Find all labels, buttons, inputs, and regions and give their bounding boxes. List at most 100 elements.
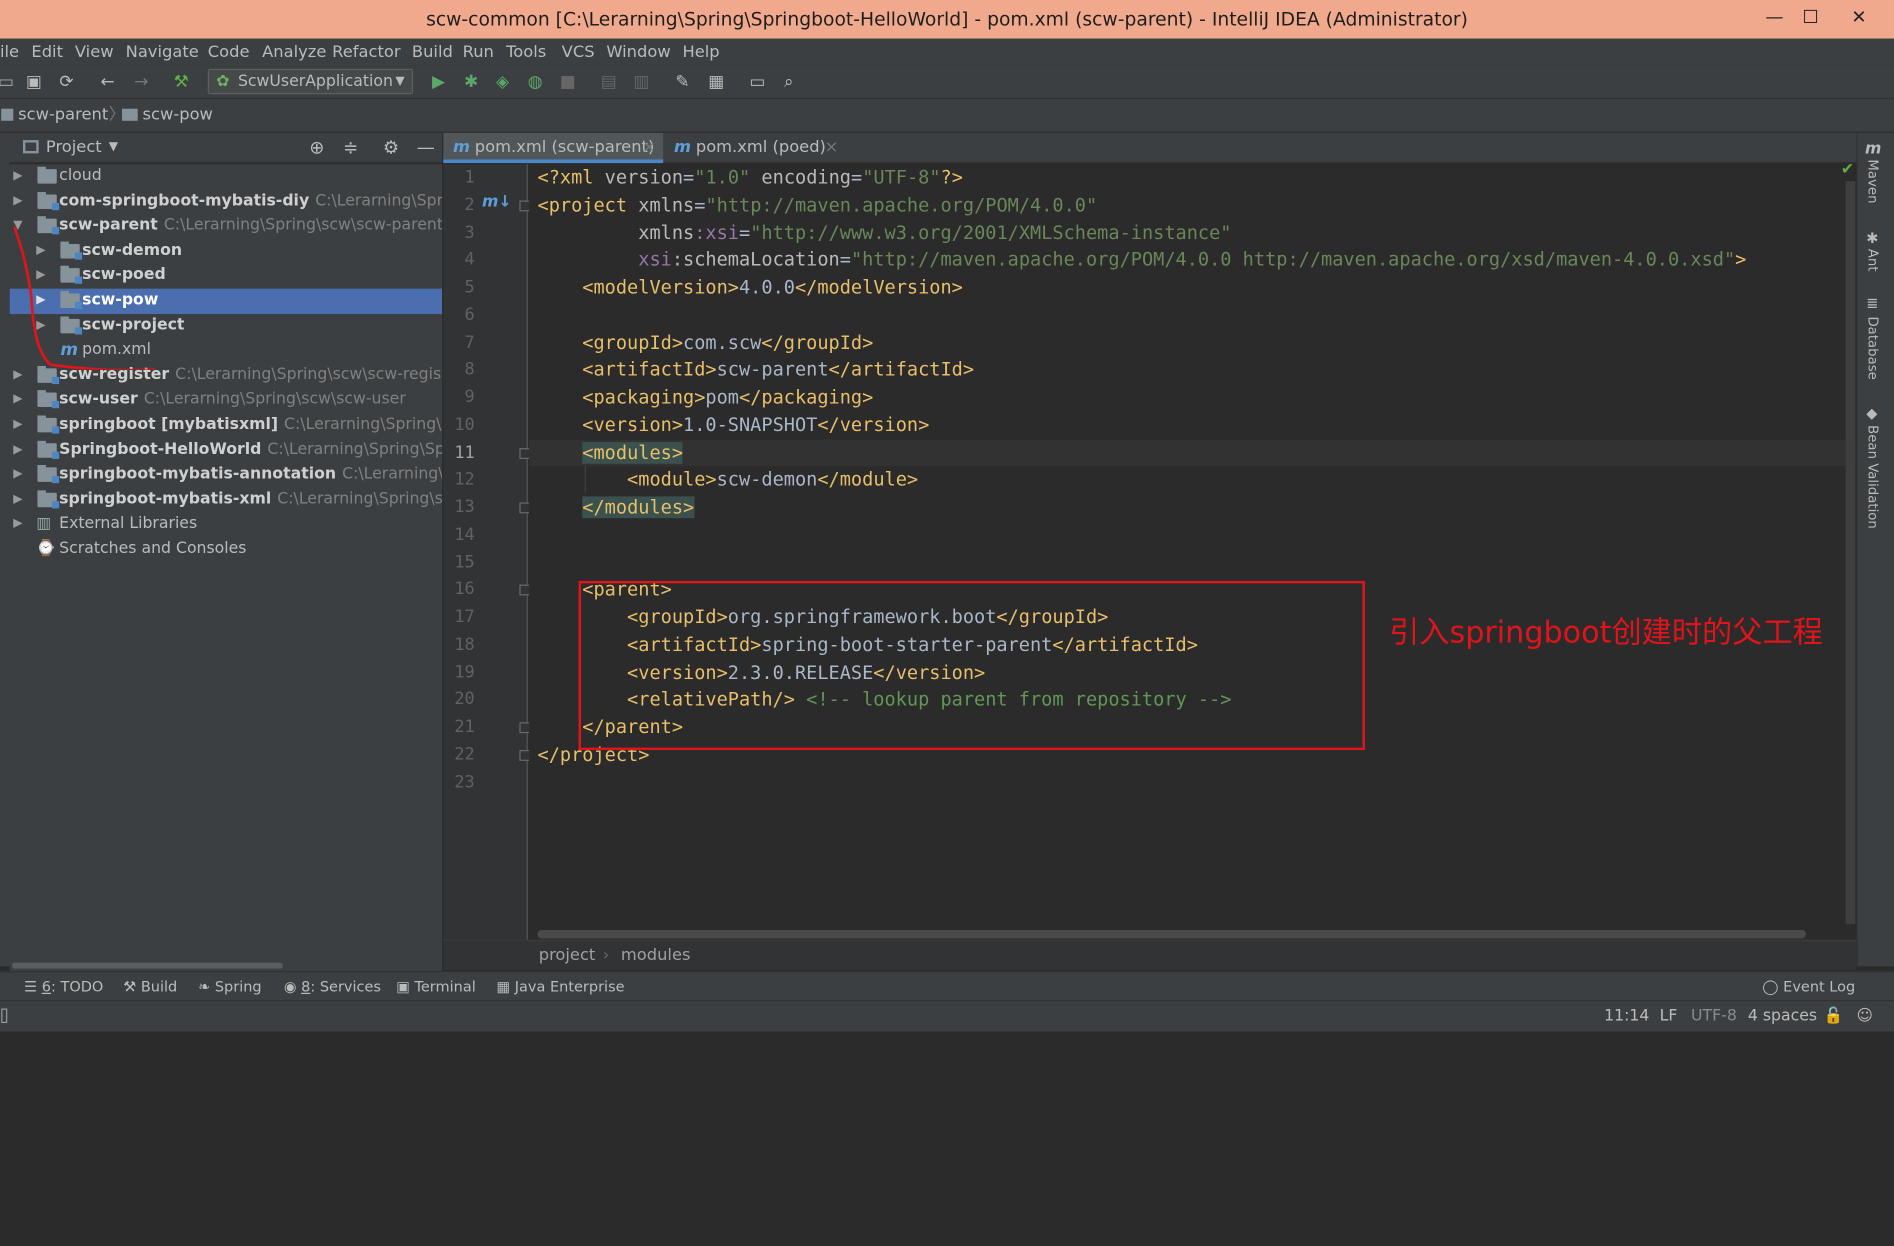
tab-pom-scw-parent[interactable]: m pom.xml (scw-parent) × — [443, 132, 664, 164]
tree-item-scratches[interactable]: ⌚ Scratches and Consoles — [10, 537, 442, 562]
chevron-down-icon[interactable]: ▼ — [109, 133, 118, 162]
build-tool-button[interactable]: ⚒ Build — [123, 972, 177, 1001]
gear-icon[interactable]: ⚙ — [383, 133, 399, 162]
scroll-thumb[interactable] — [12, 962, 283, 969]
nav-breadcrumb: scw-parent 〉 scw-pow — [0, 99, 1894, 133]
expand-arrow-icon[interactable]: ▶ — [13, 164, 22, 188]
todo-tool-button[interactable]: ☰ 6: TODO — [24, 972, 103, 1001]
back-icon[interactable]: ← — [97, 72, 119, 91]
maximize-button[interactable]: ☐ — [1790, 0, 1831, 39]
file-encoding[interactable]: UTF-8 — [1691, 1001, 1737, 1031]
breadcrumb-item-scw-pow[interactable]: scw-pow — [143, 99, 213, 132]
java-enterprise-tool-button[interactable]: ▦ Java Enterprise — [496, 972, 624, 1001]
database-tool-button[interactable]: Database — [1865, 316, 1881, 379]
line-separator[interactable]: LF — [1660, 1001, 1678, 1031]
menu-run[interactable]: Run — [463, 42, 494, 61]
menu-analyze[interactable]: Analyze — [262, 42, 326, 61]
module-folder-icon — [37, 490, 60, 509]
profile-icon[interactable]: ◍ — [524, 72, 546, 91]
tree-item-scw-user[interactable]: ▶ scw-user C:\Lerarning\Spring\scw\scw-us… — [10, 388, 442, 413]
tab-pom-poed[interactable]: m pom.xml (poed) × — [664, 133, 845, 163]
forward-icon[interactable]: → — [130, 72, 152, 91]
close-tab-icon[interactable]: × — [825, 133, 839, 162]
expand-arrow-icon[interactable]: ▶ — [13, 388, 22, 412]
tree-item-springboot-mybatis-xml[interactable]: ▶ springboot-mybatis-xml C:\Lerarning\Spr… — [10, 488, 442, 513]
search-icon[interactable]: ⌕ — [778, 72, 800, 91]
editor-vertical-scrollbar[interactable] — [1845, 181, 1856, 924]
project-structure-icon[interactable]: ▦ — [705, 72, 727, 91]
project-panel-title[interactable]: Project — [46, 133, 102, 162]
menu-navigate[interactable]: Navigate — [126, 42, 199, 61]
save-icon[interactable]: ▣ — [23, 72, 45, 91]
code-crumb-modules[interactable]: modules — [621, 941, 691, 970]
spring-boot-icon: ✿ — [216, 72, 230, 91]
scratches-icon: ⌚ — [36, 539, 56, 559]
minimize-button[interactable]: — — [1754, 0, 1795, 39]
maven-gutter-icon[interactable]: m↓ — [482, 193, 512, 211]
line-number: 16 — [454, 580, 475, 600]
coverage-icon[interactable]: ◈ — [492, 72, 514, 91]
remote-icon[interactable]: ▥ — [631, 72, 653, 91]
menu-view[interactable]: View — [75, 42, 114, 61]
menu-refactor[interactable]: Refactor — [332, 42, 400, 61]
inspector-icon[interactable]: ☺ — [1857, 1001, 1873, 1031]
bean-validation-tool-button[interactable]: Bean Validation — [1865, 425, 1881, 529]
sync-icon[interactable]: ⟳ — [56, 72, 78, 91]
lock-icon[interactable]: 🔓 — [1824, 1001, 1844, 1031]
maven-file-icon: m — [674, 137, 692, 158]
menu-window[interactable]: Window — [606, 42, 670, 61]
expand-arrow-icon[interactable]: ▶ — [13, 189, 22, 213]
build-hammer-icon[interactable]: ⚒ — [170, 72, 192, 91]
collapse-all-icon[interactable]: ≑ — [343, 133, 358, 162]
stop-icon[interactable]: ■ — [557, 72, 579, 91]
panel-toggle-icon[interactable] — [1, 1008, 8, 1024]
menu-code[interactable]: Code — [208, 42, 250, 61]
expand-arrow-icon[interactable]: ▶ — [13, 438, 22, 462]
line-number: 23 — [454, 772, 475, 792]
terminal-tool-button[interactable]: ▣ Terminal — [396, 972, 476, 1001]
tree-item-springboot-mybatis-annotation[interactable]: ▶ springboot-mybatis-annotation C:\Lerarn… — [10, 463, 442, 488]
hammer-icon: ⚒ — [123, 978, 141, 996]
event-log-icon: ◯ — [1762, 978, 1784, 996]
expand-arrow-icon[interactable]: ▶ — [13, 463, 22, 487]
tree-item-springboot-mybatisxml[interactable]: ▶ springboot [mybatisxml] C:\Lerarning\Sp… — [10, 413, 442, 438]
debug-icon[interactable]: ✱ — [460, 72, 482, 91]
expand-arrow-icon[interactable]: ▶ — [13, 513, 22, 537]
indent-setting[interactable]: 4 spaces — [1748, 1001, 1817, 1031]
menu-tools[interactable]: Tools — [506, 42, 546, 61]
tree-item-cloud[interactable]: ▶ cloud — [10, 164, 442, 189]
close-tab-icon[interactable]: × — [642, 133, 656, 162]
editor-horizontal-scrollbar[interactable] — [537, 930, 1806, 939]
services-tool-button[interactable]: ◉ 8: Services — [284, 972, 381, 1001]
run-config-dropdown[interactable]: ✿ ScwUserApplication ▼ — [207, 68, 414, 95]
ant-tool-button[interactable]: Ant — [1865, 249, 1881, 272]
menu-build[interactable]: Build — [412, 42, 453, 61]
code-editor[interactable]: <?xml version="1.0" encoding="UTF-8"?> <… — [529, 164, 1856, 940]
menu-file[interactable]: ile — [0, 42, 19, 61]
expand-arrow-icon[interactable]: ▶ — [13, 413, 22, 437]
attach-icon[interactable]: ▤ — [598, 72, 620, 91]
menu-vcs[interactable]: VCS — [562, 42, 595, 61]
caret-position[interactable]: 11:14 — [1604, 1001, 1649, 1031]
code-line-11: <modules> — [582, 441, 684, 464]
code-crumb-project[interactable]: project — [539, 941, 596, 970]
breadcrumb-item-scw-parent[interactable]: scw-parent — [18, 99, 108, 132]
settings-wrench-icon[interactable]: ✎ — [672, 72, 694, 91]
close-button[interactable]: ✕ — [1830, 0, 1888, 39]
hide-icon[interactable]: — — [417, 133, 435, 162]
event-log-button[interactable]: ◯ Event Log — [1762, 972, 1855, 1001]
tree-item-com-springboot-mybatis-diy[interactable]: ▶ com-springboot-mybatis-diy C:\Lerarning… — [10, 189, 442, 214]
locate-icon[interactable]: ⊕ — [309, 133, 324, 162]
tree-item-external-libraries[interactable]: ▶ ▥ External Libraries — [10, 513, 442, 538]
menu-edit[interactable]: Edit — [31, 42, 63, 61]
right-tool-strip: m Maven ✱ Ant ≣ Database ◆ Bean Validati… — [1856, 132, 1894, 967]
tree-scrollbar[interactable] — [9, 961, 443, 972]
run-icon[interactable]: ▶ — [428, 72, 450, 91]
expand-arrow-icon[interactable]: ▶ — [13, 488, 22, 512]
open-icon[interactable]: ▭ — [0, 72, 17, 91]
terminal-window-icon[interactable]: ▭ — [746, 72, 768, 91]
menu-help[interactable]: Help — [682, 42, 719, 61]
maven-tool-button[interactable]: Maven — [1865, 159, 1881, 203]
tree-item-springboot-helloworld[interactable]: ▶ Springboot-HelloWorld C:\Lerarning\Spri… — [10, 438, 442, 463]
spring-tool-button[interactable]: ❧ Spring — [198, 972, 262, 1001]
